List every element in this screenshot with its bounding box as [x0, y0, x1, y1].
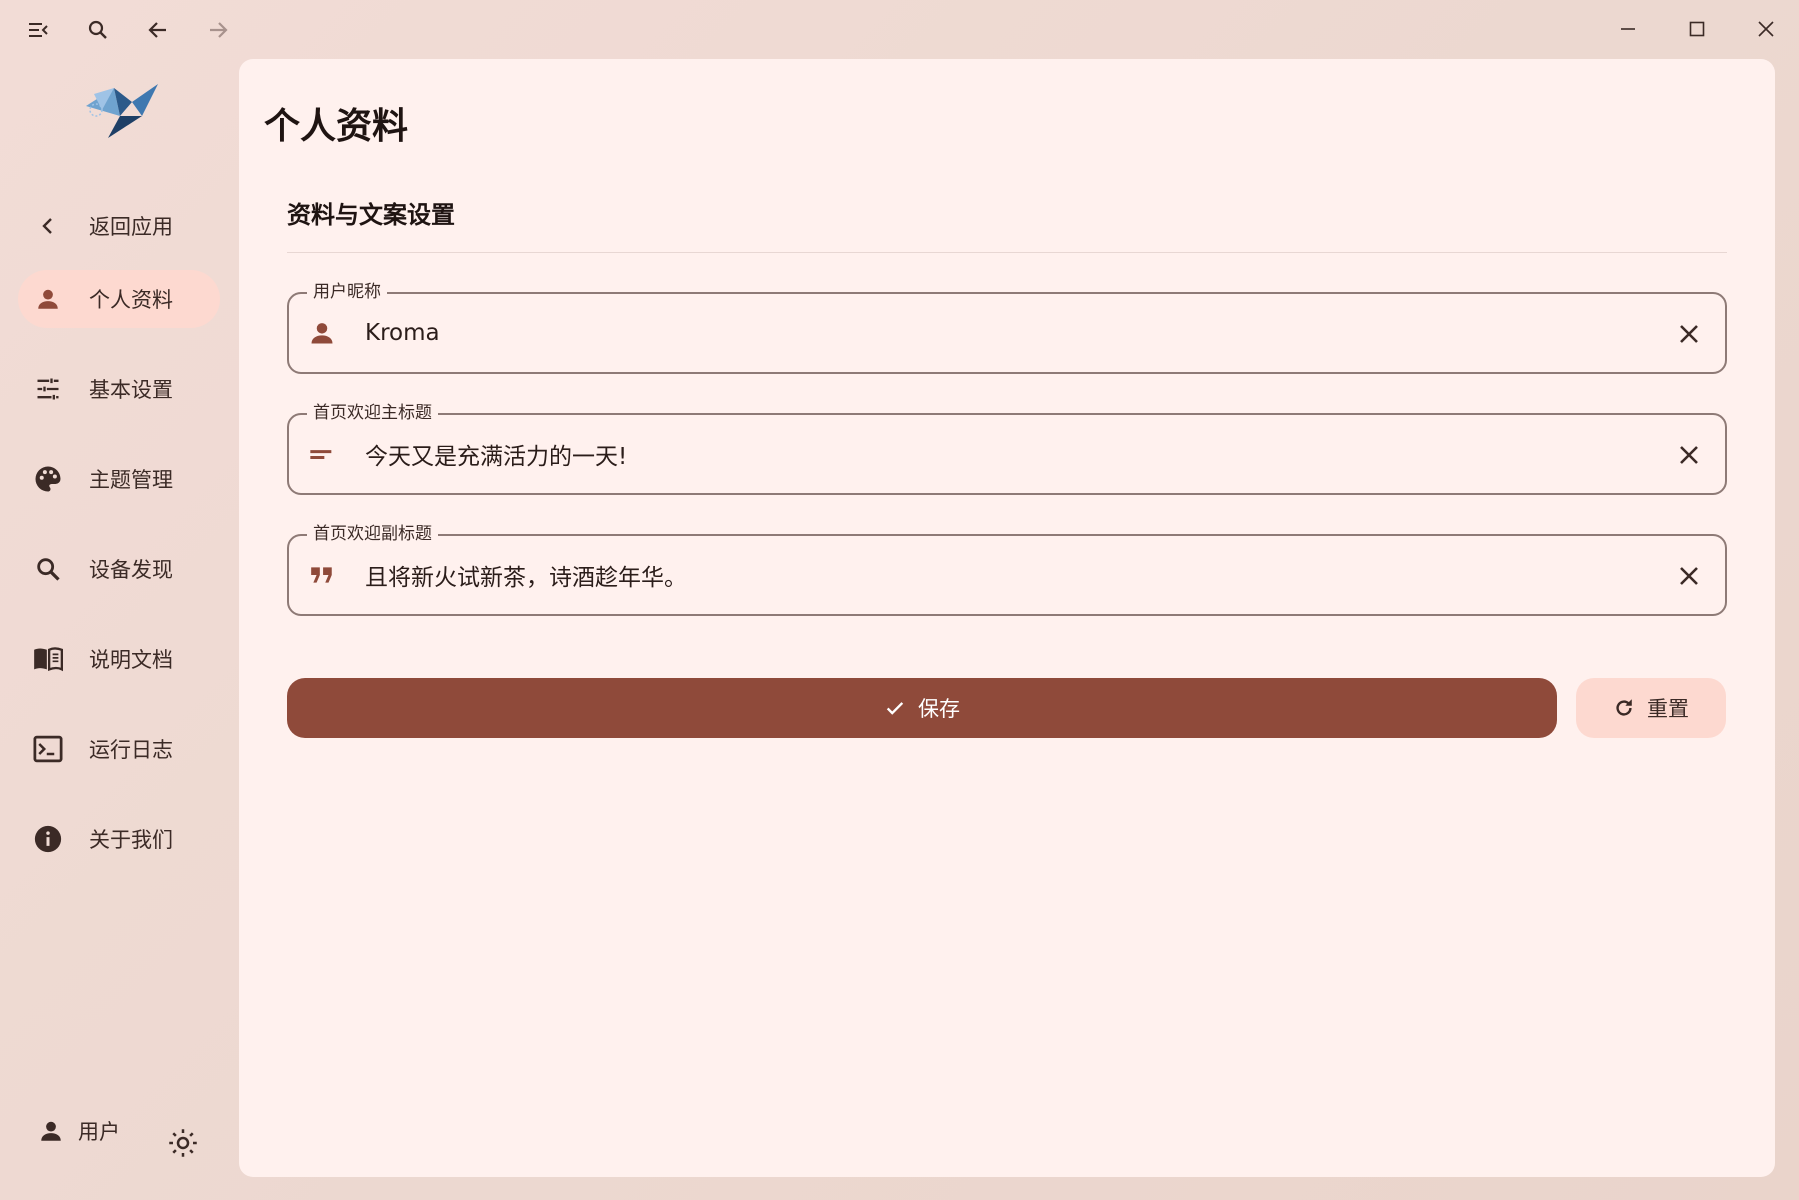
sidebar-item-label: 基本设置 — [89, 378, 173, 402]
reset-button-label: 重置 — [1647, 697, 1689, 721]
nickname-field-label: 用户昵称 — [307, 280, 387, 304]
sun-icon — [169, 1129, 197, 1157]
search-button[interactable] — [78, 10, 118, 50]
terminal-icon — [33, 734, 63, 764]
sidebar-item-label: 关于我们 — [89, 828, 173, 852]
search-icon — [88, 20, 107, 39]
check-icon — [886, 702, 904, 715]
app-logo — [80, 76, 160, 140]
close-icon — [1680, 446, 1698, 464]
maximize-icon — [1689, 21, 1705, 37]
info-icon — [33, 824, 63, 854]
welcome-title-clear-button[interactable] — [1669, 435, 1709, 475]
book-icon — [33, 644, 63, 674]
sidebar-item-logs[interactable]: 运行日志 — [18, 720, 220, 778]
person-icon — [33, 284, 63, 314]
sidebar-item-device-discovery[interactable]: 设备发现 — [18, 540, 220, 598]
user-label: 用户 — [78, 1120, 120, 1144]
section-divider — [287, 252, 1727, 253]
close-icon — [1680, 567, 1698, 585]
short-text-icon — [307, 439, 337, 469]
palette-icon — [33, 464, 63, 494]
sidebar-item-basic-settings[interactable]: 基本设置 — [18, 360, 220, 418]
sidebar-item-profile[interactable]: 个人资料 — [18, 270, 220, 328]
person-icon — [307, 318, 337, 348]
sidebar-back-label: 返回应用 — [89, 215, 173, 239]
person-icon — [41, 1121, 61, 1141]
close-window-button[interactable] — [1738, 6, 1794, 52]
sidebar-item-label: 设备发现 — [89, 558, 173, 582]
close-icon — [1680, 325, 1698, 343]
search-icon — [33, 554, 63, 584]
arrow-forward-icon — [210, 22, 228, 38]
sidebar-item-label: 主题管理 — [89, 468, 173, 492]
sidebar-item-theme[interactable]: 主题管理 — [18, 450, 220, 508]
user-account-button[interactable]: 用户 — [38, 1113, 120, 1149]
refresh-icon — [1616, 699, 1632, 716]
quote-icon — [307, 560, 337, 590]
title-bar — [0, 0, 1799, 58]
welcome-subtitle-input[interactable] — [365, 554, 1605, 596]
welcome-subtitle-field: 首页欢迎副标题 — [287, 522, 1727, 616]
nickname-input[interactable] — [365, 312, 1605, 354]
menu-collapse-button[interactable] — [18, 10, 58, 50]
maximize-button[interactable] — [1669, 6, 1725, 52]
sidebar-item-back-to-app[interactable]: 返回应用 — [18, 197, 220, 255]
close-icon — [1758, 21, 1774, 37]
welcome-subtitle-field-label: 首页欢迎副标题 — [307, 522, 438, 546]
welcome-subtitle-clear-button[interactable] — [1669, 556, 1709, 596]
save-button[interactable]: 保存 — [287, 678, 1557, 738]
menu-collapse-icon — [29, 23, 48, 37]
chevron-left-icon — [33, 211, 63, 241]
sidebar-item-label: 个人资料 — [89, 288, 173, 312]
welcome-title-input[interactable] — [365, 433, 1605, 475]
arrow-back-icon — [148, 22, 166, 38]
welcome-title-field: 首页欢迎主标题 — [287, 401, 1727, 495]
page-title: 个人资料 — [264, 106, 409, 147]
save-button-label: 保存 — [918, 697, 960, 721]
main-content: 个人资料 资料与文案设置 用户昵称 首页欢迎主标题 首页欢迎副标题 — [239, 59, 1775, 1177]
sidebar-item-about[interactable]: 关于我们 — [18, 810, 220, 868]
minimize-icon — [1621, 28, 1635, 30]
minimize-button[interactable] — [1600, 6, 1656, 52]
sidebar-item-docs[interactable]: 说明文档 — [18, 630, 220, 688]
reset-button[interactable]: 重置 — [1576, 678, 1726, 738]
welcome-title-field-label: 首页欢迎主标题 — [307, 401, 438, 425]
sidebar-item-label: 运行日志 — [89, 738, 173, 762]
sidebar: 返回应用 个人资料 基本设置 主题管理 设备发现 说明文档 运行日志 关于我们 — [0, 58, 238, 1200]
back-button[interactable] — [138, 10, 178, 50]
section-title: 资料与文案设置 — [287, 201, 455, 229]
tune-icon — [33, 374, 63, 404]
forward-button[interactable] — [198, 10, 238, 50]
nickname-clear-button[interactable] — [1669, 314, 1709, 354]
theme-toggle-button[interactable] — [164, 1124, 202, 1162]
nickname-field: 用户昵称 — [287, 280, 1727, 374]
sidebar-item-label: 说明文档 — [89, 648, 173, 672]
